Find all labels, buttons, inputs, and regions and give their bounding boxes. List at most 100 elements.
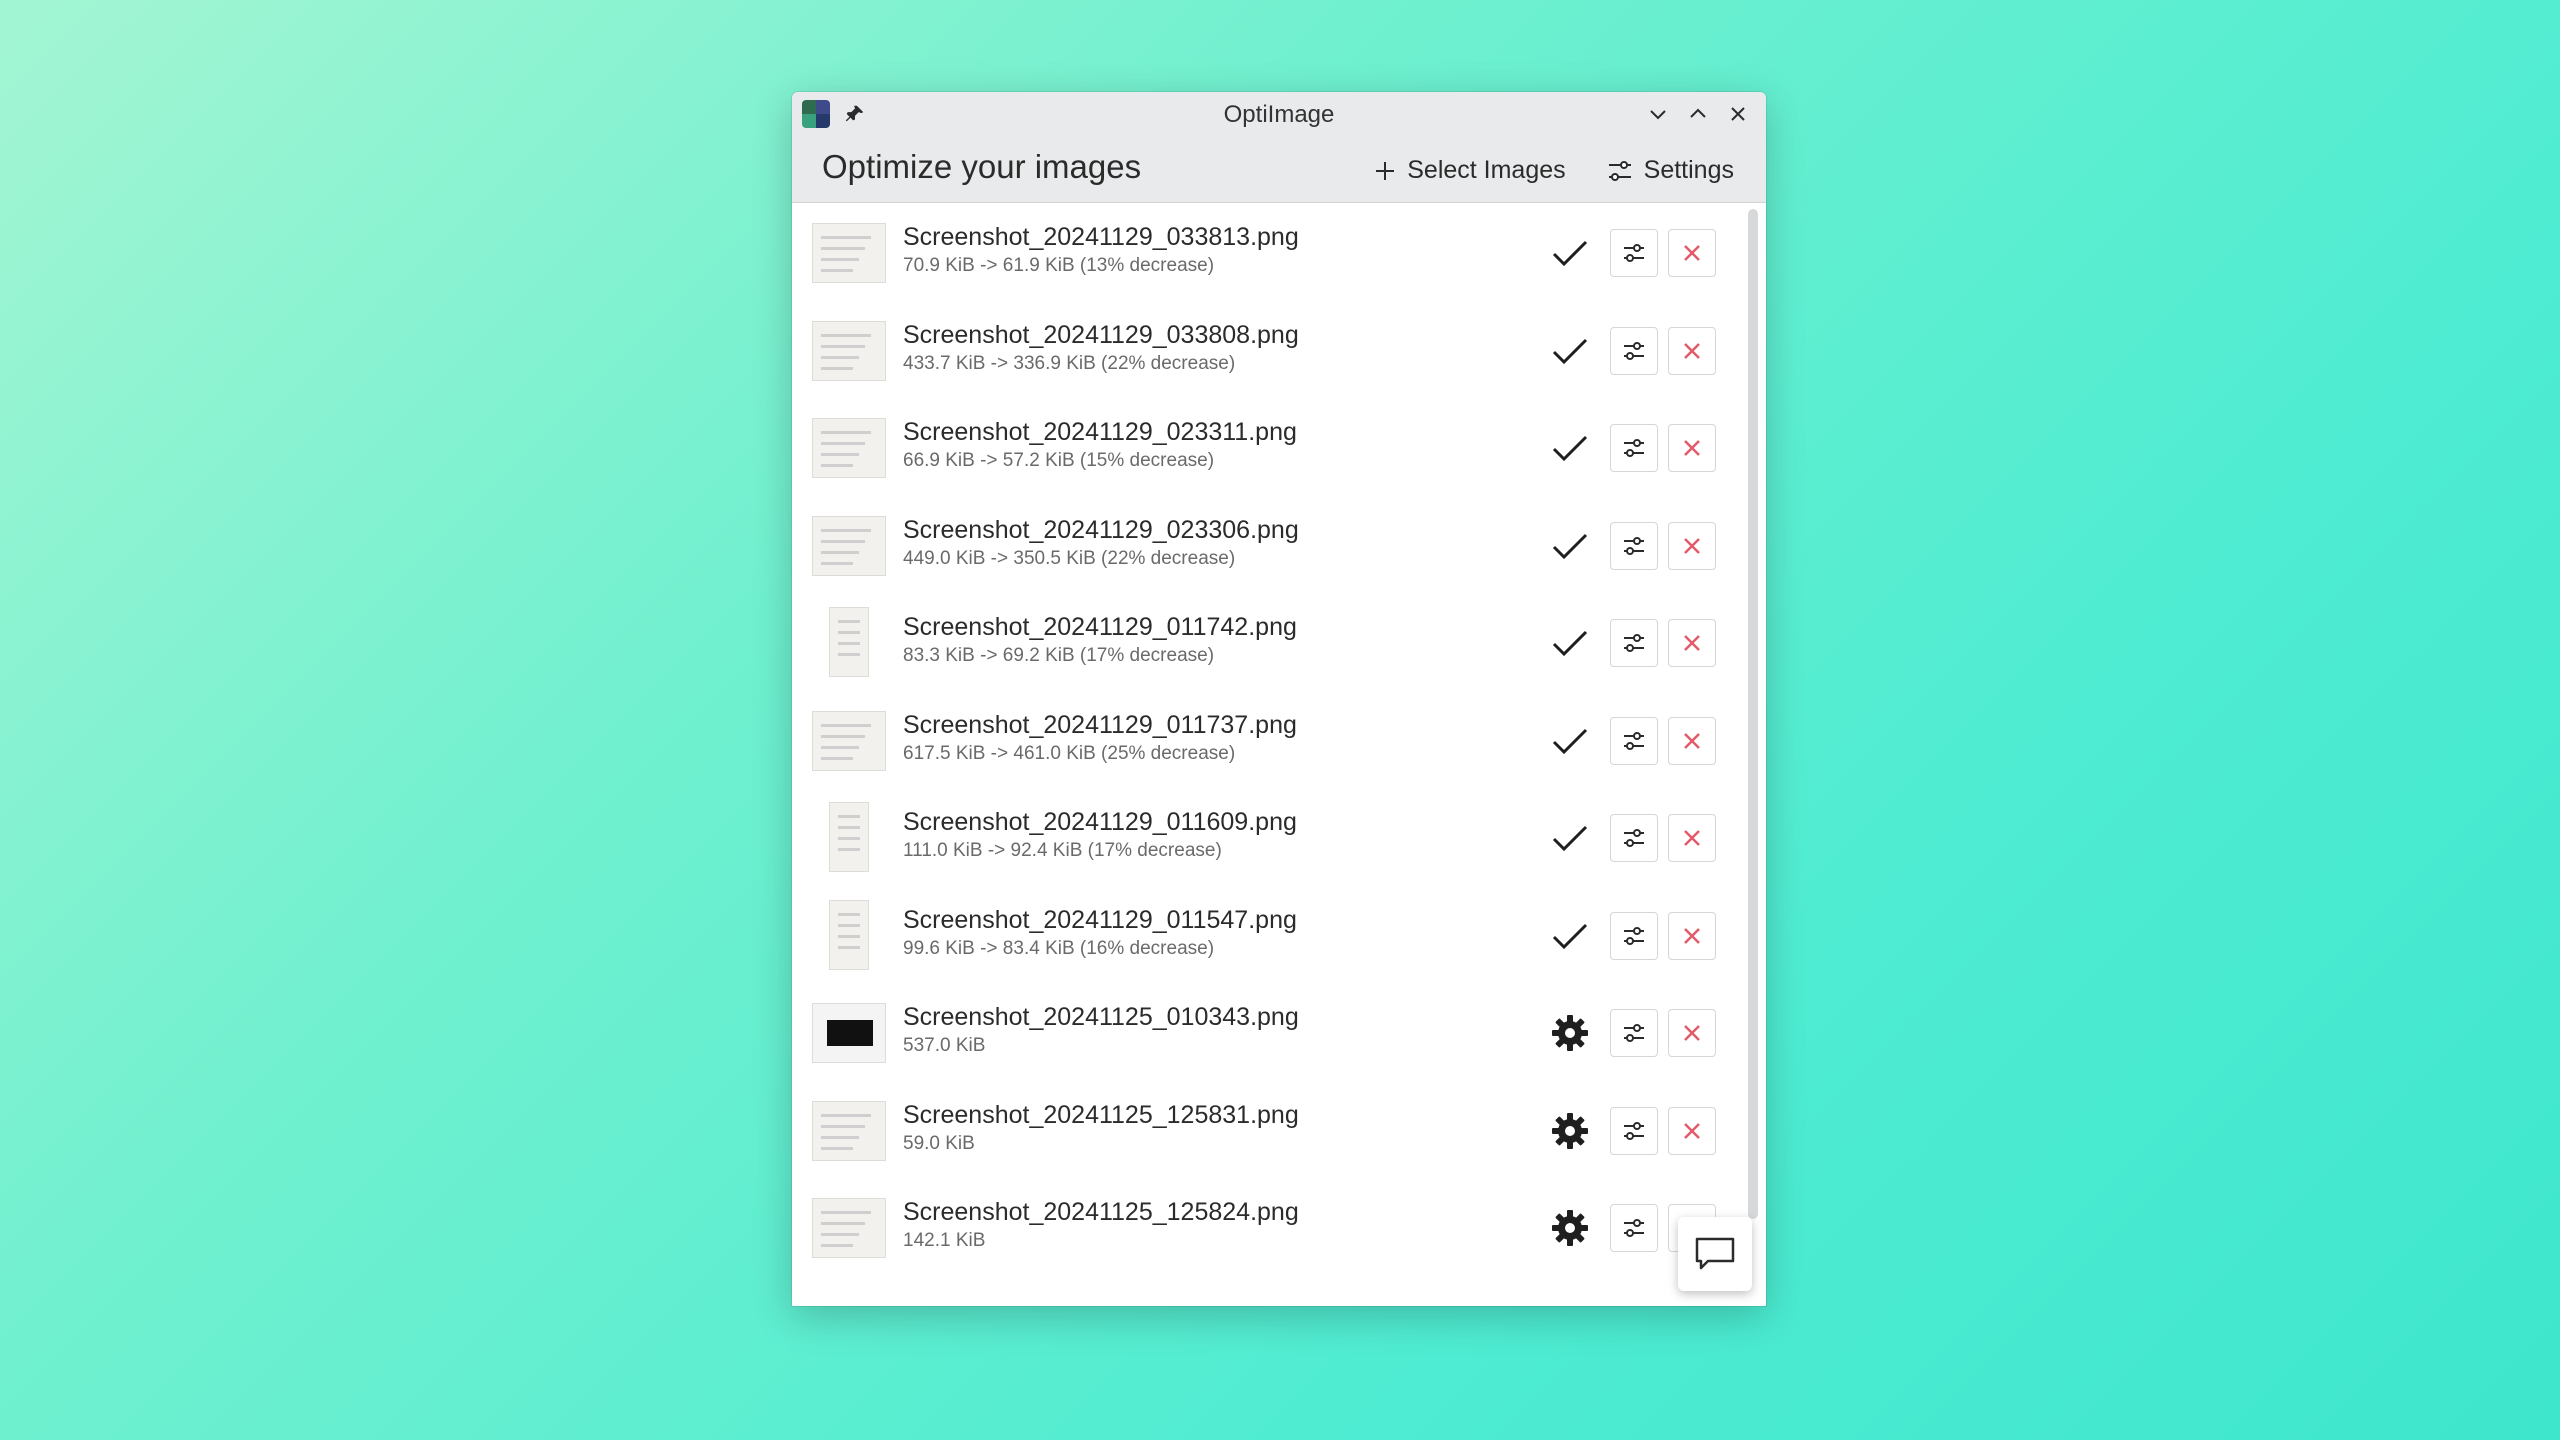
maximize-button[interactable] [1684,100,1712,128]
close-icon [1731,107,1745,121]
checkmark-icon [1548,914,1592,958]
remove-image-button[interactable] [1668,521,1716,570]
file-name: Screenshot_20241129_011737.png [903,710,1297,739]
image-options-button[interactable] [1610,229,1658,277]
checkmark-icon [1548,816,1592,860]
feedback-button[interactable] [1678,1217,1752,1291]
chevron-up-icon [1690,108,1706,118]
settings-button[interactable]: Settings [1596,150,1744,191]
image-options-button[interactable] [1610,814,1658,862]
image-thumbnail [812,1100,886,1161]
file-size: 537.0 KiB [903,1035,986,1056]
file-name: Screenshot_20241129_011547.png [903,905,1297,934]
sliders-icon [1624,341,1644,360]
remove-image-button[interactable] [1668,1009,1716,1057]
remove-image-button[interactable] [1668,814,1716,862]
close-icon [1684,635,1700,651]
page-title: Optimize your images [822,148,1142,185]
image-thumbnail [812,223,886,283]
image-row: Screenshot_20241129_033813.png 70.9 KiB -… [792,203,1742,301]
image-thumbnail [829,802,869,872]
close-button[interactable] [1724,100,1752,128]
remove-image-button[interactable] [1668,326,1716,375]
file-name: Screenshot_20241129_033808.png [903,320,1299,349]
file-size: 83.3 KiB -> 69.2 KiB (17% decrease) [903,645,1215,666]
close-icon [1684,1025,1700,1041]
checkmark-icon [1548,329,1592,373]
image-thumbnail [829,899,869,970]
sliders-icon [1624,829,1644,847]
image-options-button[interactable] [1610,1204,1658,1252]
image-options-button[interactable] [1610,326,1658,375]
remove-image-button[interactable] [1668,911,1716,960]
sliders-icon [1624,244,1644,262]
image-options-button[interactable] [1610,619,1658,667]
select-images-button[interactable]: Select Images [1363,150,1575,191]
image-options-button[interactable] [1610,521,1658,570]
image-row: Screenshot_20241125_125831.png 59.0 KiB [792,1081,1742,1179]
sliders-icon [1624,731,1644,750]
image-thumbnail [829,607,869,677]
image-thumbnail [812,320,886,381]
checkmark-icon [1548,426,1592,470]
file-size: 449.0 KiB -> 350.5 KiB (22% decrease) [903,547,1236,569]
file-name: Screenshot_20241125_125824.png [903,1198,1299,1226]
file-size: 433.7 KiB -> 336.9 KiB (22% decrease) [903,352,1236,374]
plus-icon [1376,161,1395,180]
file-name: Screenshot_20241129_011609.png [903,808,1297,836]
close-icon [1684,927,1700,944]
close-icon [1684,732,1700,749]
checkmark-icon [1548,621,1592,665]
sliders-icon [1624,536,1644,555]
file-size: 70.9 KiB -> 61.9 KiB (13% decrease) [903,255,1215,276]
close-icon [1684,1122,1700,1139]
image-row: Screenshot_20241129_011547.png 99.6 KiB -… [792,886,1742,984]
sliders-icon [1624,439,1644,457]
comment-icon [1695,1237,1735,1270]
image-row: Screenshot_20241125_125824.png 142.1 KiB [792,1178,1742,1276]
close-icon [1684,245,1700,261]
image-thumbnail [812,710,886,771]
file-name: Screenshot_20241125_125831.png [903,1100,1299,1129]
image-options-button[interactable] [1610,911,1658,960]
close-icon [1684,830,1700,846]
scrollbar[interactable] [1748,209,1758,1219]
image-thumbnail [812,1003,886,1063]
select-images-label: Select Images [1407,156,1566,184]
image-options-button[interactable] [1610,1106,1658,1155]
checkmark-icon [1548,231,1592,275]
file-size: 142.1 KiB [903,1230,986,1251]
sliders-icon [1624,1121,1644,1140]
image-row: Screenshot_20241129_023311.png 66.9 KiB -… [792,398,1742,496]
file-size: 59.0 KiB [903,1132,975,1154]
close-icon [1684,440,1700,456]
remove-image-button[interactable] [1668,619,1716,667]
image-thumbnail [812,1198,886,1258]
image-row: Screenshot_20241129_011609.png 111.0 KiB … [792,788,1742,886]
remove-image-button[interactable] [1668,716,1716,765]
sliders-icon [1624,634,1644,652]
close-icon [1684,342,1700,359]
file-size: 66.9 KiB -> 57.2 KiB (15% decrease) [903,450,1215,471]
remove-image-button[interactable] [1668,424,1716,472]
settings-label: Settings [1643,156,1734,184]
header-bar: Optimize your images Select Images Setti… [792,136,1766,203]
image-options-button[interactable] [1610,1009,1658,1057]
image-row: Screenshot_20241129_033808.png 433.7 KiB … [792,301,1742,399]
file-size: 617.5 KiB -> 461.0 KiB (25% decrease) [903,742,1236,764]
file-name: Screenshot_20241129_033813.png [903,223,1299,251]
minimize-button[interactable] [1644,100,1672,128]
image-options-button[interactable] [1610,424,1658,472]
image-thumbnail [812,515,886,576]
image-row: Screenshot_20241125_010343.png 537.0 KiB [792,983,1742,1081]
file-name: Screenshot_20241129_023306.png [903,515,1299,544]
file-name: Screenshot_20241125_010343.png [903,1003,1299,1031]
sliders-icon [1624,926,1644,945]
chevron-down-icon [1650,110,1666,120]
image-row: Screenshot_20241129_011737.png 617.5 KiB … [792,691,1742,789]
remove-image-button[interactable] [1668,229,1716,277]
image-options-button[interactable] [1610,716,1658,765]
image-list[interactable]: Screenshot_20241129_033813.png 70.9 KiB -… [792,203,1766,1306]
remove-image-button[interactable] [1668,1106,1716,1155]
file-name: Screenshot_20241129_023311.png [903,418,1297,446]
